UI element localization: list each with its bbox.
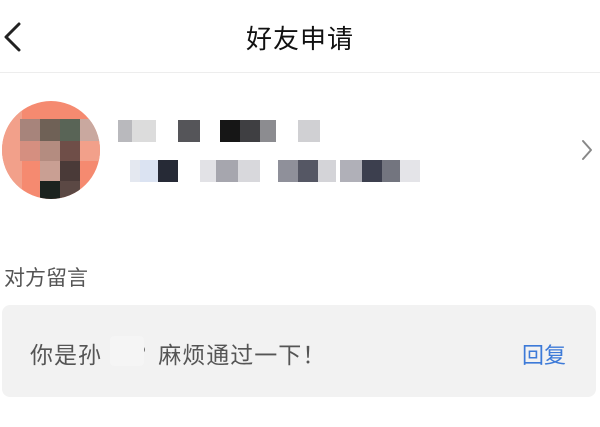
- redaction-block: [110, 336, 144, 366]
- redaction-block: [382, 160, 400, 182]
- redaction-block: [158, 160, 178, 182]
- friend-request-page: 好友申请 对方留言 你是孙 吗？麻烦通过一下！ 回复: [0, 0, 600, 427]
- redaction-block: [200, 160, 216, 182]
- redaction-block: [298, 160, 318, 182]
- redaction-block: [278, 160, 298, 182]
- redaction-block: [238, 160, 260, 182]
- chevron-right-icon: [582, 140, 592, 160]
- redaction-block: [240, 120, 260, 142]
- redaction-block: [118, 120, 132, 142]
- page-title: 好友申请: [245, 25, 354, 55]
- redaction-block: [400, 160, 420, 182]
- message-card: 你是孙 吗？麻烦通过一下！ 回复: [2, 305, 596, 397]
- redaction-block: [340, 160, 362, 182]
- redaction-block: [220, 120, 240, 142]
- requester-profile-row[interactable]: [0, 80, 600, 220]
- requester-id: [130, 160, 430, 184]
- requester-name: [112, 120, 332, 144]
- redaction-block: [362, 160, 382, 182]
- redaction-block: [132, 120, 156, 142]
- redaction-block: [216, 160, 238, 182]
- navigation-bar: 好友申请: [0, 0, 600, 73]
- redaction-block: [318, 160, 336, 182]
- reply-button[interactable]: 回复: [522, 338, 566, 370]
- redaction-block: [178, 120, 200, 142]
- redaction-block: [130, 160, 140, 182]
- message-section-label: 对方留言: [4, 266, 88, 290]
- redaction-block: [298, 120, 320, 142]
- request-message-text: 你是孙 吗？麻烦通过一下！: [30, 343, 327, 369]
- redaction-block: [260, 120, 276, 142]
- redaction-block: [140, 160, 158, 182]
- avatar[interactable]: [2, 101, 100, 199]
